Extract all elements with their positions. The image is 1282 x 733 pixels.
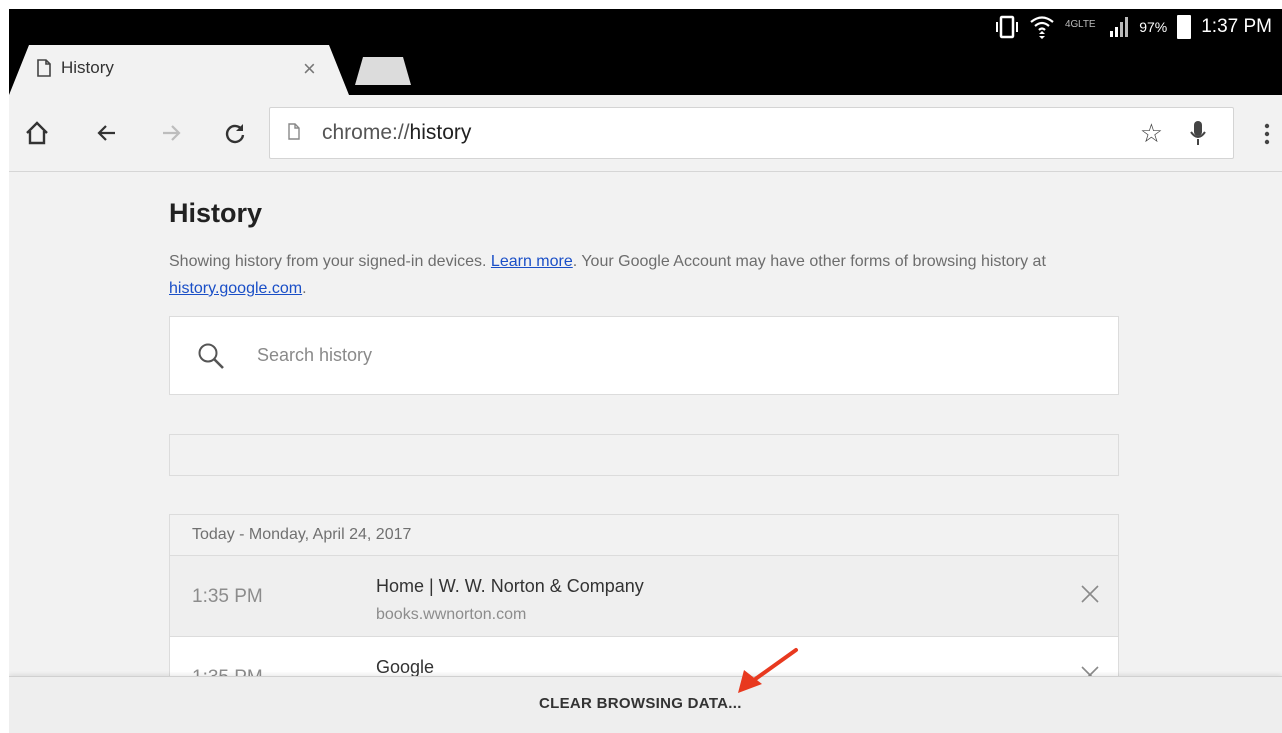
new-tab-button[interactable] [355, 57, 411, 85]
page-title: History [169, 198, 263, 228]
svg-text:4G: 4G [1065, 19, 1079, 30]
tab-close-icon[interactable]: × [303, 58, 316, 80]
history-item-title[interactable]: Home | W. W. Norton & Company [376, 576, 644, 597]
desc-text-3: . [302, 280, 307, 297]
bookmark-star-icon[interactable]: ☆ [1140, 118, 1163, 149]
clear-browsing-data-button[interactable]: CLEAR BROWSING DATA... [539, 695, 742, 712]
lte-icon: 4G LTE [1065, 19, 1096, 30]
browser-frame: 4G LTE 97% 1:37 PM History × chrome://hi… [9, 9, 1282, 733]
desc-text-1: Showing history from your signed-in devi… [169, 253, 491, 270]
search-input[interactable]: Search history [257, 345, 372, 366]
page-icon [288, 123, 300, 140]
wifi-icon [1030, 16, 1054, 39]
tab-title: History [61, 58, 114, 77]
history-item-title[interactable]: Google [376, 657, 434, 678]
learn-more-link[interactable]: Learn more [491, 253, 573, 270]
desc-text-2: . Your Google Account may have other for… [572, 253, 1046, 270]
history-item-domain: books.wwnorton.com [376, 606, 527, 623]
toolbar: chrome://history ☆ [9, 95, 1282, 172]
address-bar[interactable]: chrome://history ☆ [269, 107, 1234, 159]
search-box[interactable]: Search history [169, 316, 1119, 395]
vibrate-icon [996, 15, 1019, 39]
battery-percent: 97% [1139, 19, 1168, 35]
history-item[interactable]: 1:35 PM Home | W. W. Norton & Company bo… [170, 556, 1118, 637]
forward-icon[interactable] [157, 119, 185, 147]
annotation-arrow-icon [738, 648, 798, 693]
tab-strip: 4G LTE 97% 1:37 PM History × [9, 9, 1282, 95]
url-page: history [409, 121, 472, 144]
home-icon[interactable] [23, 119, 51, 147]
svg-text:LTE: LTE [1078, 19, 1096, 30]
bottom-action-bar: CLEAR BROWSING DATA... [9, 676, 1282, 733]
history-item-time: 1:35 PM [192, 586, 263, 607]
history-list: Today - Monday, April 24, 2017 1:35 PM H… [169, 514, 1119, 718]
synced-devices-bar [169, 434, 1119, 476]
url-scheme: chrome:// [322, 121, 410, 144]
back-icon[interactable] [93, 119, 121, 147]
tab-history[interactable]: History × [9, 45, 349, 95]
search-icon [198, 343, 224, 369]
history-page: History Showing history from your signed… [9, 172, 1282, 718]
battery-icon [1177, 15, 1192, 39]
mic-icon[interactable] [1189, 120, 1207, 148]
status-bar: 4G LTE 97% 1:37 PM [995, 12, 1272, 42]
page-icon [37, 59, 51, 77]
date-header: Today - Monday, April 24, 2017 [170, 515, 1118, 556]
reload-icon[interactable] [221, 119, 249, 147]
page-description: Showing history from your signed-in devi… [169, 248, 1119, 302]
more-menu-icon[interactable] [1264, 123, 1270, 145]
remove-icon[interactable] [1080, 584, 1100, 604]
signal-icon [1110, 17, 1129, 37]
url-text: chrome://history [322, 121, 471, 145]
status-time: 1:37 PM [1201, 16, 1272, 37]
history-google-link[interactable]: history.google.com [169, 280, 302, 297]
